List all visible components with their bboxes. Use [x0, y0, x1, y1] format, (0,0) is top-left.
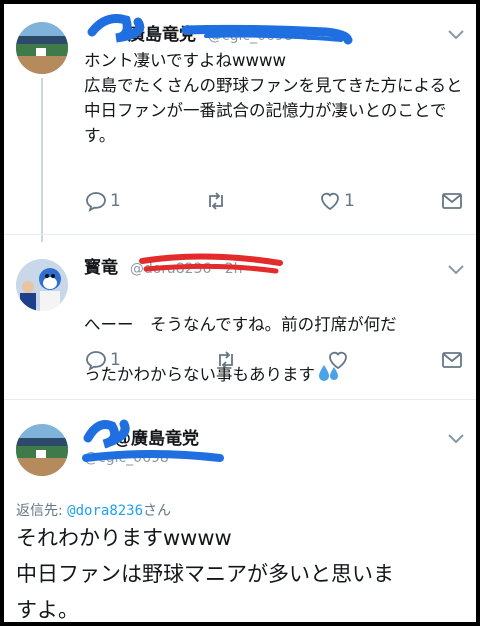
dm-button[interactable]: [440, 347, 464, 373]
dm-button[interactable]: [440, 188, 464, 214]
dm-icon: [442, 352, 462, 368]
tweet-text: へーー そうなんですね。前の打席が何だ ったかわからない事もあります: [84, 315, 397, 384]
reply-button[interactable]: 1: [84, 188, 121, 214]
like-button[interactable]: 1: [318, 188, 355, 214]
reply-count: 1: [110, 191, 121, 211]
tweet-text: ホント凄いですよねwwww 広島でたくさんの野球ファンを見てきた方によると 中日…: [84, 51, 463, 145]
tweet-2[interactable]: 寳竜 @dora8236 · 2h へーー そうなんですね。前の打席が何だ った…: [4, 235, 476, 399]
reply-mention-link[interactable]: @dora8236: [67, 503, 143, 519]
reply-icon: [86, 192, 106, 212]
avatar[interactable]: [16, 22, 68, 74]
reply-count: 1: [110, 350, 121, 370]
reply-button[interactable]: 1: [84, 347, 121, 373]
retweet-button[interactable]: [204, 188, 228, 214]
chevron-down-icon[interactable]: [446, 263, 466, 277]
reply-to-line: 返信先: @dora8236さん: [16, 503, 172, 519]
redaction-scribble: [139, 253, 283, 274]
reply-icon: [86, 351, 106, 371]
chevron-down-icon[interactable]: [446, 28, 466, 42]
avatar[interactable]: [16, 259, 68, 311]
redaction-scribble: [82, 419, 224, 462]
redaction-scribble: [87, 14, 353, 45]
tweet-1[interactable]: 廣島竜党 @cgic_0698 · 2h ホント凄いですよねwwww 広島でたく…: [4, 4, 476, 242]
chevron-down-icon[interactable]: [446, 432, 466, 446]
retweet-icon: [219, 351, 233, 369]
like-button[interactable]: [326, 347, 350, 373]
tweet-3[interactable]: @廣島竜党 @cgic_0698 返信先: @dora8236さん それわかりま…: [4, 400, 476, 622]
thread-line: [41, 78, 43, 242]
avatar[interactable]: [16, 424, 68, 476]
dm-icon: [442, 193, 462, 209]
like-count: 1: [344, 191, 355, 211]
like-icon: [329, 351, 347, 370]
retweet-icon: [209, 192, 223, 210]
retweet-button[interactable]: [214, 347, 238, 373]
timeline: 廣島竜党 @cgic_0698 · 2h ホント凄いですよねwwww 広島でたく…: [4, 4, 476, 622]
like-icon: [321, 192, 339, 211]
tweet-text: それわかりますwwww 中日ファンは野球マニアが多いと思いま すよ。: [16, 526, 394, 622]
